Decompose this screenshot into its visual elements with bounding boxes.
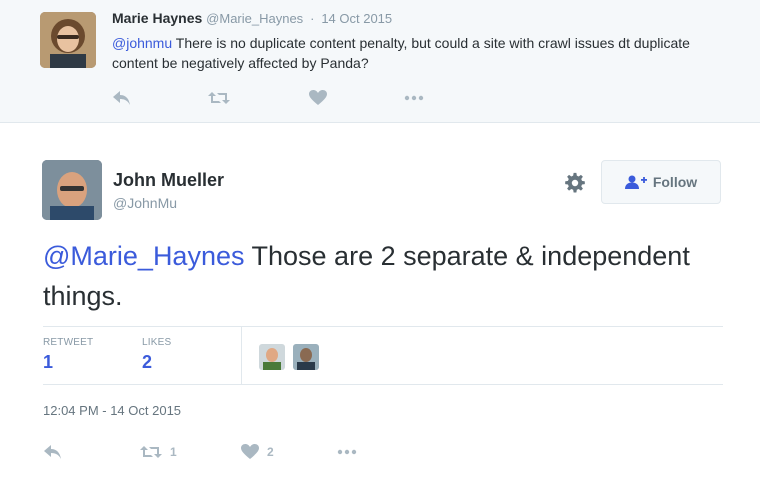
avatar[interactable] [42, 160, 102, 220]
retweet-button[interactable]: 1 [140, 440, 177, 464]
retweet-stat-label: RETWEET [43, 337, 94, 348]
like-button[interactable] [309, 86, 327, 110]
author-name[interactable]: Marie Haynes [112, 10, 202, 26]
like-count: 2 [267, 445, 274, 459]
tweet-date[interactable]: 14 Oct 2015 [321, 11, 392, 26]
tweet-body: There is no duplicate content penalty, b… [112, 35, 690, 71]
reply-icon [44, 445, 61, 459]
more-button[interactable] [404, 86, 424, 110]
tweet-timestamp[interactable]: 12:04 PM - 14 Oct 2015 [43, 403, 181, 418]
mention-link[interactable]: @johnmu [112, 35, 172, 51]
follow-label: Follow [652, 174, 698, 190]
avatar[interactable] [40, 12, 96, 68]
author-name[interactable]: John Mueller [113, 170, 224, 191]
follow-button[interactable]: Follow [601, 160, 721, 204]
reply-button[interactable] [112, 86, 132, 110]
tweet-stats: RETWEET 1 LIKES 2 [43, 326, 723, 385]
heart-icon [241, 444, 259, 459]
tweet-header: Marie Haynes @Marie_Haynes · 14 Oct 2015 [112, 10, 392, 26]
tweet-text: @Marie_Haynes Those are 2 separate & ind… [43, 236, 723, 316]
likes-stat-label: LIKES [142, 337, 172, 348]
reply-icon [113, 91, 130, 105]
liker-avatar[interactable] [259, 344, 285, 370]
heart-icon [309, 90, 327, 105]
retweet-stat[interactable]: RETWEET 1 [43, 337, 93, 373]
retweet-icon [208, 92, 230, 104]
liker-avatar[interactable] [293, 344, 319, 370]
more-icon [337, 449, 357, 455]
like-button[interactable]: 2 [241, 440, 274, 464]
mention-link[interactable]: @Marie_Haynes [43, 241, 245, 271]
more-icon [404, 95, 424, 101]
separator: · [310, 11, 315, 26]
reply-button[interactable] [43, 440, 63, 464]
add-user-icon [624, 175, 647, 189]
more-button[interactable] [337, 440, 357, 464]
likes-stat[interactable]: LIKES 2 [142, 337, 171, 373]
tweet-text: @johnmu There is no duplicate content pe… [112, 33, 732, 73]
gear-icon[interactable] [564, 172, 586, 194]
parent-tweet[interactable]: Marie Haynes @Marie_Haynes · 14 Oct 2015… [0, 0, 760, 123]
likes-stat-count: 2 [142, 352, 153, 372]
retweet-button[interactable] [208, 86, 230, 110]
stats-divider [241, 327, 242, 384]
author-handle[interactable]: @Marie_Haynes [206, 11, 303, 26]
retweet-icon [140, 446, 162, 458]
author-handle[interactable]: @JohnMu [113, 195, 177, 211]
retweet-stat-count: 1 [43, 352, 54, 372]
retweet-count: 1 [170, 445, 177, 459]
